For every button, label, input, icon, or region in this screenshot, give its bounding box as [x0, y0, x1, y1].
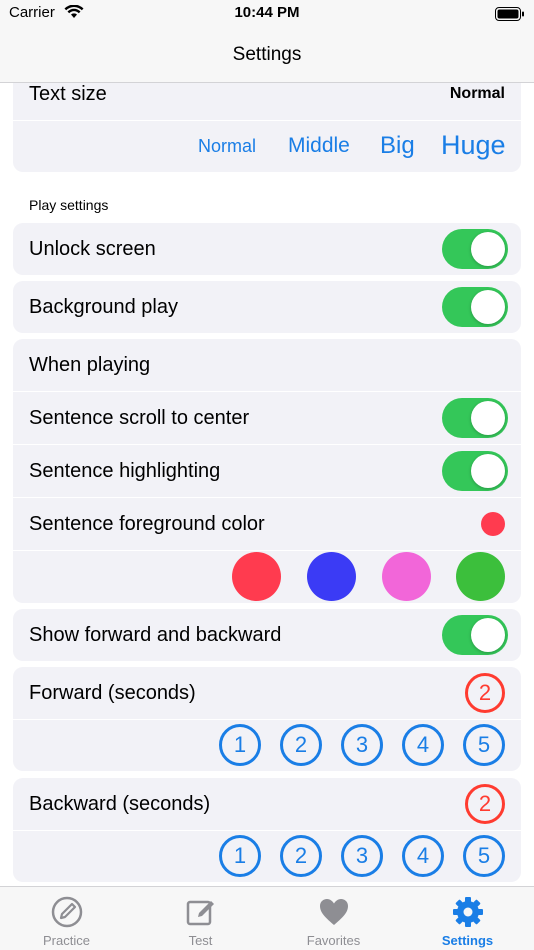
backward-card: Backward (seconds) 2 1 2 3 4 5 [13, 778, 521, 882]
text-size-options: Normal Middle Big Huge [13, 121, 521, 172]
background-play-card: Background play [13, 281, 521, 333]
backward-label: Backward (seconds) [29, 793, 211, 815]
status-time: 10:44 PM [234, 4, 300, 21]
tab-favorites[interactable]: Favorites [267, 887, 400, 950]
pencil-circle-icon [51, 896, 82, 928]
forward-row: Forward (seconds) 2 [13, 667, 521, 719]
tab-bar: Practice Test Favorites Settings [0, 886, 534, 950]
play-settings-header: Play settings [29, 197, 109, 213]
backward-option-1[interactable]: 1 [219, 835, 261, 877]
show-forward-backward-toggle[interactable] [442, 615, 508, 655]
settings-list[interactable]: Text size Normal Normal Middle Big Huge … [0, 83, 534, 886]
when-playing-row: When playing [13, 339, 521, 391]
text-size-option-middle[interactable]: Middle [288, 134, 350, 158]
color-options-row [13, 551, 521, 603]
forward-label: Forward (seconds) [29, 682, 196, 704]
selected-color-indicator [481, 512, 505, 536]
text-size-option-normal[interactable]: Normal [198, 136, 256, 157]
highlighting-row: Sentence highlighting [13, 445, 521, 497]
forward-option-3[interactable]: 3 [341, 724, 383, 766]
text-size-label: Text size [29, 83, 107, 105]
color-option-red[interactable] [232, 552, 281, 601]
battery-icon [495, 7, 524, 21]
foreground-color-row: Sentence foreground color [13, 498, 521, 550]
highlighting-label: Sentence highlighting [29, 460, 221, 482]
scroll-to-center-label: Sentence scroll to center [29, 407, 250, 429]
backward-row: Backward (seconds) 2 [13, 778, 521, 830]
color-option-blue[interactable] [307, 552, 356, 601]
gear-icon [452, 897, 483, 927]
heart-icon [319, 899, 348, 925]
show-forward-backward-card: Show forward and backward [13, 609, 521, 661]
square-pencil-icon [186, 900, 214, 926]
page-title: Settings [232, 44, 302, 65]
unlock-screen-card: Unlock screen [13, 223, 521, 275]
text-size-card: Text size Normal Normal Middle Big Huge [13, 83, 521, 172]
forward-selected-value: 2 [465, 673, 505, 713]
tab-practice-label: Practice [43, 933, 90, 948]
forward-option-1[interactable]: 1 [219, 724, 261, 766]
show-forward-backward-label: Show forward and backward [29, 624, 282, 646]
highlighting-toggle[interactable] [442, 451, 508, 491]
background-play-toggle[interactable] [442, 287, 508, 327]
scroll-to-center-row: Sentence scroll to center [13, 392, 521, 444]
forward-options-row: 1 2 3 4 5 [13, 720, 521, 771]
color-option-green[interactable] [456, 552, 505, 601]
backward-selected-value: 2 [465, 784, 505, 824]
tab-practice[interactable]: Practice [0, 887, 133, 950]
text-size-option-huge[interactable]: Huge [441, 130, 506, 161]
tab-settings-label: Settings [441, 933, 494, 948]
unlock-screen-toggle[interactable] [442, 229, 508, 269]
when-playing-card: When playing Sentence scroll to center S… [13, 339, 521, 603]
status-bar: Carrier 10:44 PM [0, 0, 534, 30]
forward-option-2[interactable]: 2 [280, 724, 322, 766]
foreground-color-label: Sentence foreground color [29, 513, 265, 535]
tab-settings[interactable]: Settings [401, 887, 534, 950]
backward-options-row: 1 2 3 4 5 [13, 831, 521, 882]
background-play-label: Background play [29, 296, 178, 318]
backward-option-3[interactable]: 3 [341, 835, 383, 877]
backward-option-4[interactable]: 4 [402, 835, 444, 877]
color-option-pink[interactable] [382, 552, 431, 601]
text-size-row: Text size Normal [13, 83, 521, 120]
tab-test-label: Test [188, 933, 213, 948]
unlock-screen-label: Unlock screen [29, 238, 156, 260]
forward-option-4[interactable]: 4 [402, 724, 444, 766]
when-playing-label: When playing [29, 354, 151, 376]
text-size-option-big[interactable]: Big [380, 132, 415, 160]
backward-option-2[interactable]: 2 [280, 835, 322, 877]
forward-card: Forward (seconds) 2 1 2 3 4 5 [13, 667, 521, 771]
navigation-bar: Settings [0, 30, 534, 83]
scroll-to-center-toggle[interactable] [442, 398, 508, 438]
text-size-value: Normal [449, 85, 505, 102]
backward-option-5[interactable]: 5 [463, 835, 505, 877]
tab-favorites-label: Favorites [306, 933, 361, 948]
forward-option-5[interactable]: 5 [463, 724, 505, 766]
tab-test[interactable]: Test [134, 887, 267, 950]
